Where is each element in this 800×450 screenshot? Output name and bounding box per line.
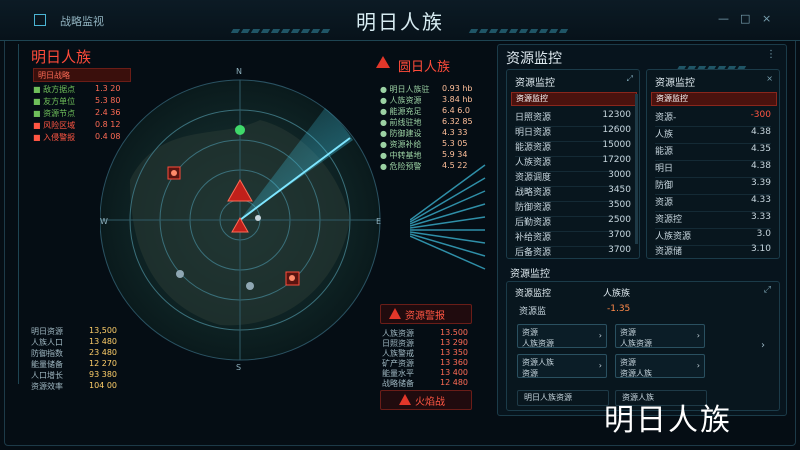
table-row[interactable]: 资源储 3.10 [655, 240, 771, 260]
table-header: 资源监控 [515, 78, 555, 89]
enemy-unit-icon [285, 271, 300, 286]
chevron-right-icon: › [598, 331, 602, 340]
radar-map[interactable]: N S W E [100, 60, 400, 380]
section2-panel: 资源监控 人族族 ⤢ 资源监 -1.35 资源 人族资源 › 资源 人族资源 › 资源人… [506, 281, 780, 411]
fire-alert-button[interactable]: 火焰战 [380, 390, 472, 410]
table-row[interactable]: 后备资源 3700 [515, 241, 631, 261]
north-marker: N [236, 67, 242, 76]
resource-table-right: 资源监控 × 资源监控 资源- -300 人族 4.38 能源 4.35 明日 4.38… [646, 69, 780, 259]
resource-alert-header[interactable]: 资源警报 [380, 304, 472, 324]
title-decoration-right [468, 18, 570, 33]
expand-icon[interactable]: ⤢ [627, 74, 633, 84]
section2-label: 资源监 [519, 307, 547, 317]
expand-icon[interactable]: ⤢ [764, 285, 771, 295]
connector-lines [410, 164, 486, 270]
footer-left-button[interactable]: 明日人族资源 [517, 390, 609, 406]
warning-icon [376, 56, 390, 68]
minimize-button[interactable]: — [718, 12, 729, 25]
right-panel-title: 资源监控 [506, 51, 562, 67]
resource-alert-title: 资源警报 [405, 311, 445, 322]
table-highlight-row[interactable]: 资源监控 [651, 92, 777, 106]
section2-title: 资源监控 [510, 269, 550, 280]
resource-button[interactable]: 资源人族资源› [615, 324, 705, 348]
fire-alert-label: 火焰战 [415, 397, 445, 408]
chevron-right-icon: › [696, 361, 700, 370]
resource-button[interactable]: 资源 资源人族 › [615, 354, 705, 378]
panel-menu-icon[interactable]: ⋮ [766, 49, 776, 60]
enemy-unit-icon [167, 166, 181, 180]
warning-icon [389, 308, 401, 319]
left-panel-subtitle: 明日战略 [38, 71, 70, 80]
top-bar: 战略监视 明日人族 — □ × [0, 0, 800, 41]
table-header: 资源监控 [655, 78, 695, 89]
chevron-right-icon: › [696, 331, 700, 340]
friendly-unit-icon [235, 125, 245, 135]
resource-table-left: 资源监控 ⤢ 资源监控 日照资源 12300 明日资源 12600 能源资源 1500… [506, 69, 640, 259]
close-button[interactable]: × [762, 12, 771, 25]
right-panel: 资源监控 ⋮ 资源监控 ⤢ 资源监控 日照资源 12300 明日资源 12600 能… [497, 44, 787, 416]
window-title: 明日人族 [356, 10, 444, 34]
resource-button[interactable]: 资源人族资源› [517, 354, 607, 378]
maximize-button[interactable]: □ [740, 12, 750, 25]
east-marker: E [376, 217, 381, 226]
warning-icon [399, 394, 411, 405]
table-highlight-row[interactable]: 资源监控 [511, 92, 637, 106]
chevron-right-icon: › [598, 361, 602, 370]
radar-alert-title: 圆日人族 [398, 60, 451, 75]
panel-decoration [676, 55, 748, 70]
section2-header-right: 人族族 [603, 289, 631, 299]
south-marker: S [236, 363, 241, 372]
resource-button[interactable]: 资源人族资源› [517, 324, 607, 348]
radar-alert-header[interactable]: 圆日人族 [376, 56, 476, 75]
west-marker: W [100, 217, 108, 226]
section2-header-left: 资源监控 [515, 289, 552, 299]
scrollbar[interactable] [635, 94, 638, 244]
brand-watermark: 明日人族 [604, 403, 732, 438]
chevron-right-icon[interactable]: › [761, 340, 765, 351]
left-panel-title: 明日人族 [31, 48, 92, 66]
stat-row: 资源效率 104 00 [31, 381, 117, 391]
section2-value: -1.35 [607, 304, 631, 314]
close-icon[interactable]: × [766, 74, 773, 83]
